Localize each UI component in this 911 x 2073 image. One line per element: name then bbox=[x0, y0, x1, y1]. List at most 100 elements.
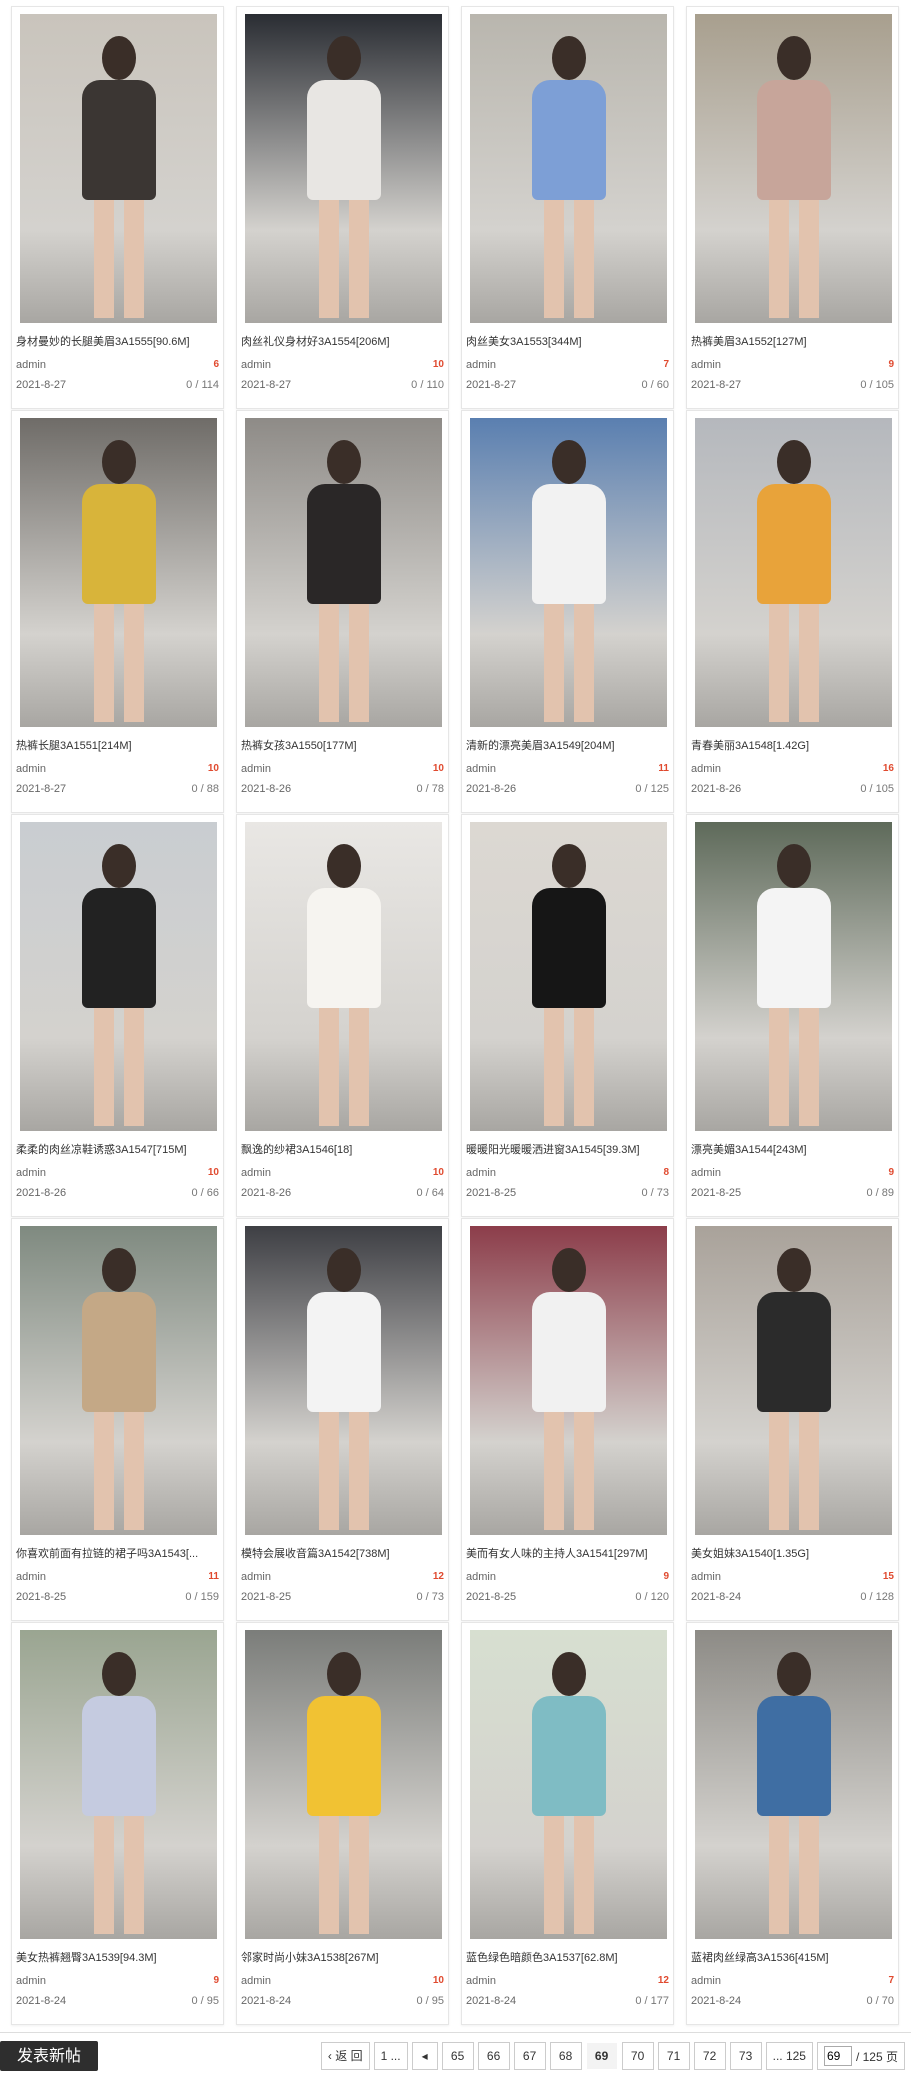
last-page-link[interactable]: ... 125 bbox=[765, 2042, 813, 2070]
thread-title[interactable]: 美而有女人味的主持人3A1541[297M] bbox=[466, 1547, 670, 1561]
thread-thumbnail[interactable] bbox=[470, 1630, 667, 1939]
thread-title[interactable]: 你喜欢前面有拉链的裙子吗3A1543[... bbox=[16, 1547, 220, 1561]
thread-card[interactable]: 热裤女孩3A1550[177M] admin 10 2021-8-26 0 / … bbox=[236, 410, 449, 813]
thread-card[interactable]: 飘逸的纱裙3A1546[18] admin 10 2021-8-26 0 / 6… bbox=[236, 814, 449, 1217]
thread-author[interactable]: admin bbox=[691, 1974, 721, 1988]
thread-author[interactable]: admin bbox=[466, 1570, 496, 1584]
thread-thumbnail[interactable] bbox=[245, 1226, 442, 1535]
thread-card[interactable]: 热裤美眉3A1552[127M] admin 9 2021-8-27 0 / 1… bbox=[686, 6, 899, 409]
page-jump-input[interactable] bbox=[823, 2046, 852, 2066]
thread-title[interactable]: 暖暖阳光暖暖洒进窗3A1545[39.3M] bbox=[466, 1143, 670, 1157]
thread-card[interactable]: 你喜欢前面有拉链的裙子吗3A1543[... admin 11 2021-8-2… bbox=[11, 1218, 224, 1621]
figure-body bbox=[532, 1292, 606, 1412]
thread-author[interactable]: admin bbox=[16, 1166, 46, 1180]
thread-title[interactable]: 美女热裤翘臀3A1539[94.3M] bbox=[16, 1951, 220, 1965]
thread-thumbnail[interactable] bbox=[245, 14, 442, 323]
thread-thumbnail[interactable] bbox=[245, 822, 442, 1131]
thread-title[interactable]: 漂亮美媚3A1544[243M] bbox=[691, 1143, 895, 1157]
thread-card[interactable]: 蓝裙肉丝绿高3A1536[415M] admin 7 2021-8-24 0 /… bbox=[686, 1622, 899, 2025]
thread-title[interactable]: 肉丝礼仪身材好3A1554[206M] bbox=[241, 335, 445, 349]
thread-author[interactable]: admin bbox=[691, 762, 721, 776]
thread-thumbnail[interactable] bbox=[20, 822, 217, 1131]
thread-thumbnail[interactable] bbox=[20, 1226, 217, 1535]
thread-author[interactable]: admin bbox=[466, 1974, 496, 1988]
thread-card[interactable]: 暖暖阳光暖暖洒进窗3A1545[39.3M] admin 8 2021-8-25… bbox=[461, 814, 674, 1217]
thread-title[interactable]: 飘逸的纱裙3A1546[18] bbox=[241, 1143, 445, 1157]
page-link[interactable]: 71 bbox=[657, 2042, 690, 2070]
thread-title[interactable]: 柔柔的肉丝凉鞋诱惑3A1547[715M] bbox=[16, 1143, 220, 1157]
figure-leg bbox=[799, 604, 819, 722]
thread-title[interactable]: 蓝色绿色暗颜色3A1537[62.8M] bbox=[466, 1951, 670, 1965]
thread-card[interactable]: 美而有女人味的主持人3A1541[297M] admin 9 2021-8-25… bbox=[461, 1218, 674, 1621]
thread-author[interactable]: admin bbox=[241, 1570, 271, 1584]
thread-author[interactable]: admin bbox=[241, 1166, 271, 1180]
thread-card[interactable]: 蓝色绿色暗颜色3A1537[62.8M] admin 12 2021-8-24 … bbox=[461, 1622, 674, 2025]
thread-author[interactable]: admin bbox=[691, 1570, 721, 1584]
thread-thumbnail[interactable] bbox=[695, 1226, 892, 1535]
page-link[interactable]: 70 bbox=[621, 2042, 654, 2070]
page-link[interactable]: 69 bbox=[585, 2042, 618, 2070]
thread-title[interactable]: 青春美丽3A1548[1.42G] bbox=[691, 739, 895, 753]
thread-title[interactable]: 清新的漂亮美眉3A1549[204M] bbox=[466, 739, 670, 753]
thread-author[interactable]: admin bbox=[241, 1974, 271, 1988]
thread-thumbnail[interactable] bbox=[470, 418, 667, 727]
thread-card[interactable]: 身材曼妙的长腿美眉3A1555[90.6M] admin 6 2021-8-27… bbox=[11, 6, 224, 409]
thread-title[interactable]: 身材曼妙的长腿美眉3A1555[90.6M] bbox=[16, 335, 220, 349]
thread-thumbnail[interactable] bbox=[20, 1630, 217, 1939]
thread-title[interactable]: 肉丝美女3A1553[344M] bbox=[466, 335, 670, 349]
thread-title[interactable]: 美女姐妹3A1540[1.35G] bbox=[691, 1547, 895, 1561]
page-link[interactable]: 68 bbox=[549, 2042, 582, 2070]
thread-title[interactable]: 蓝裙肉丝绿高3A1536[415M] bbox=[691, 1951, 895, 1965]
thread-card[interactable]: 青春美丽3A1548[1.42G] admin 16 2021-8-26 0 /… bbox=[686, 410, 899, 813]
thread-thumbnail[interactable] bbox=[245, 418, 442, 727]
view-count: 0 / 73 bbox=[416, 1591, 444, 1603]
thread-author[interactable]: admin bbox=[16, 1974, 46, 1988]
thread-author[interactable]: admin bbox=[241, 358, 271, 372]
thread-thumbnail[interactable] bbox=[695, 418, 892, 727]
thread-title[interactable]: 热裤长腿3A1551[214M] bbox=[16, 739, 220, 753]
thread-card[interactable]: 柔柔的肉丝凉鞋诱惑3A1547[715M] admin 10 2021-8-26… bbox=[11, 814, 224, 1217]
thread-card[interactable]: 邻家时尚小妹3A1538[267M] admin 10 2021-8-24 0 … bbox=[236, 1622, 449, 2025]
thread-thumbnail[interactable] bbox=[20, 418, 217, 727]
thread-thumbnail[interactable] bbox=[245, 1630, 442, 1939]
thread-thumbnail[interactable] bbox=[695, 822, 892, 1131]
thread-card[interactable]: 热裤长腿3A1551[214M] admin 10 2021-8-27 0 / … bbox=[11, 410, 224, 813]
thread-author[interactable]: admin bbox=[16, 358, 46, 372]
thread-thumbnail[interactable] bbox=[470, 822, 667, 1131]
thread-author[interactable]: admin bbox=[691, 1166, 721, 1180]
page-link[interactable]: 65 bbox=[441, 2042, 474, 2070]
page-link[interactable]: 72 bbox=[693, 2042, 726, 2070]
thread-author[interactable]: admin bbox=[16, 762, 46, 776]
first-page-link[interactable]: 1 ... bbox=[373, 2042, 408, 2070]
thread-author[interactable]: admin bbox=[466, 358, 496, 372]
thread-author[interactable]: admin bbox=[691, 358, 721, 372]
thread-author[interactable]: admin bbox=[466, 762, 496, 776]
thread-card[interactable]: 美女热裤翘臀3A1539[94.3M] admin 9 2021-8-24 0 … bbox=[11, 1622, 224, 2025]
thread-author[interactable]: admin bbox=[241, 762, 271, 776]
page-link[interactable]: 66 bbox=[477, 2042, 510, 2070]
thread-card[interactable]: 清新的漂亮美眉3A1549[204M] admin 11 2021-8-26 0… bbox=[461, 410, 674, 813]
thread-title[interactable]: 热裤美眉3A1552[127M] bbox=[691, 335, 895, 349]
back-button[interactable]: ‹ 返 回 bbox=[320, 2042, 370, 2070]
page-link[interactable]: 67 bbox=[513, 2042, 546, 2070]
thread-thumbnail[interactable] bbox=[470, 1226, 667, 1535]
thread-title[interactable]: 热裤女孩3A1550[177M] bbox=[241, 739, 445, 753]
page-link[interactable]: 73 bbox=[729, 2042, 762, 2070]
new-post-button[interactable]: 发表新帖 bbox=[0, 2041, 98, 2071]
thread-author[interactable]: admin bbox=[16, 1570, 46, 1584]
thread-card[interactable]: 漂亮美媚3A1544[243M] admin 9 2021-8-25 0 / 8… bbox=[686, 814, 899, 1217]
thread-card[interactable]: 美女姐妹3A1540[1.35G] admin 15 2021-8-24 0 /… bbox=[686, 1218, 899, 1621]
thread-thumbnail[interactable] bbox=[695, 1630, 892, 1939]
thread-card[interactable]: 肉丝礼仪身材好3A1554[206M] admin 10 2021-8-27 0… bbox=[236, 6, 449, 409]
bottom-toolbar: 发表新帖 ‹ 返 回 1 ... ◂ 65 66 67 68 69 70 71 72 73 ..… bbox=[0, 2032, 911, 2073]
thread-card[interactable]: 肉丝美女3A1553[344M] admin 7 2021-8-27 0 / 6… bbox=[461, 6, 674, 409]
thread-thumbnail[interactable] bbox=[20, 14, 217, 323]
thread-author[interactable]: admin bbox=[466, 1166, 496, 1180]
thread-thumbnail[interactable] bbox=[695, 14, 892, 323]
figure-body bbox=[757, 888, 831, 1008]
thread-title[interactable]: 模特会展收音篇3A1542[738M] bbox=[241, 1547, 445, 1561]
thread-thumbnail[interactable] bbox=[470, 14, 667, 323]
thread-card[interactable]: 模特会展收音篇3A1542[738M] admin 12 2021-8-25 0… bbox=[236, 1218, 449, 1621]
prev-page-icon[interactable]: ◂ bbox=[411, 2042, 438, 2070]
thread-title[interactable]: 邻家时尚小妹3A1538[267M] bbox=[241, 1951, 445, 1965]
